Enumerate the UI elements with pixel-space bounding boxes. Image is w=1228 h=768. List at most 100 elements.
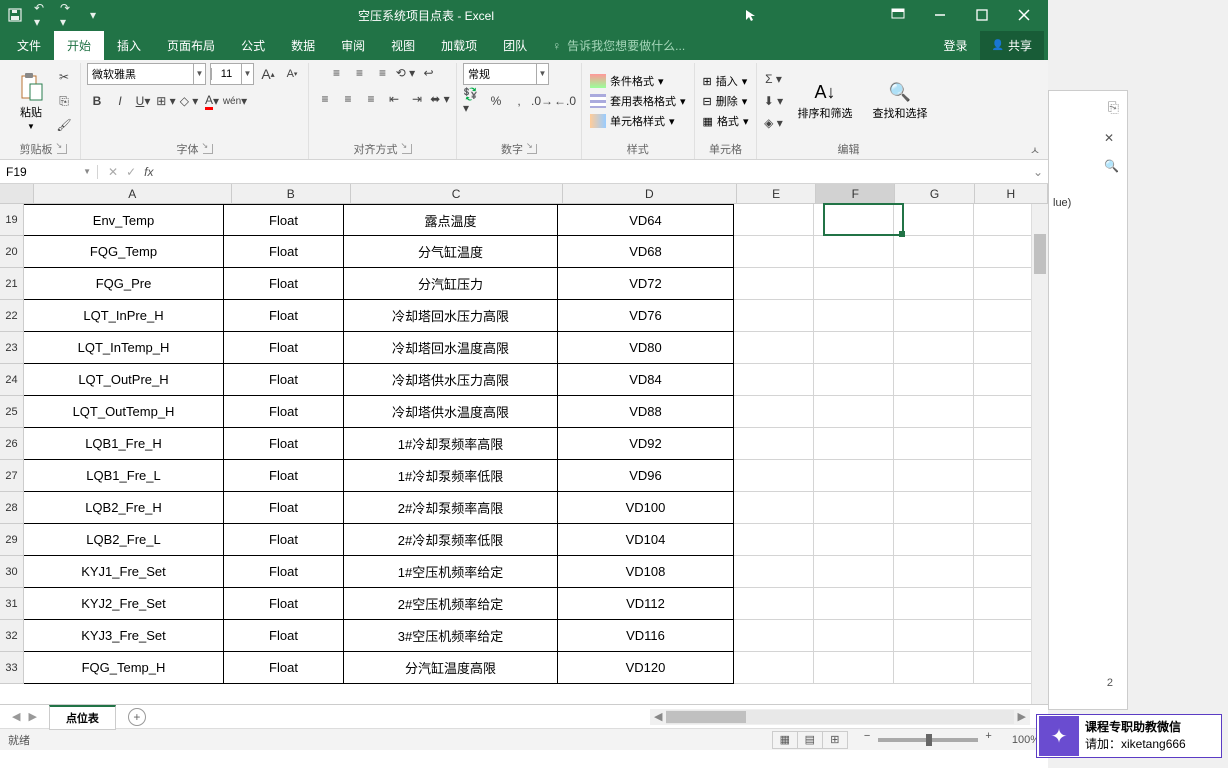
row-header[interactable]: 29: [0, 524, 24, 556]
tab-公式[interactable]: 公式: [228, 31, 278, 60]
cell[interactable]: 1#冷却泵频率低限: [344, 460, 558, 492]
cell[interactable]: [894, 236, 974, 268]
tab-团队[interactable]: 团队: [490, 31, 540, 60]
cell[interactable]: LQB2_Fre_H: [24, 492, 224, 524]
cell[interactable]: Float: [224, 364, 344, 396]
cell[interactable]: [814, 556, 894, 588]
collapse-ribbon-icon[interactable]: ㅅ: [1030, 142, 1040, 158]
sheet-nav-prev-icon[interactable]: ◀: [12, 710, 20, 723]
close-icon[interactable]: [1004, 2, 1044, 28]
cell[interactable]: 1#空压机频率给定: [344, 556, 558, 588]
merge-icon[interactable]: ⬌ ▾: [430, 89, 450, 109]
cell[interactable]: [814, 620, 894, 652]
cell[interactable]: VD68: [558, 236, 734, 268]
sheet-tab-active[interactable]: 点位表: [49, 705, 116, 730]
select-all-corner[interactable]: [0, 184, 34, 203]
row-header[interactable]: 33: [0, 652, 24, 684]
cell[interactable]: [734, 556, 814, 588]
font-size-select[interactable]: 11▼: [210, 63, 254, 85]
cell[interactable]: [814, 236, 894, 268]
cell[interactable]: [814, 460, 894, 492]
save-icon[interactable]: [8, 8, 22, 22]
align-right-icon[interactable]: ≡: [361, 89, 381, 109]
cell[interactable]: 2#冷却泵频率低限: [344, 524, 558, 556]
cell[interactable]: 2#空压机频率给定: [344, 588, 558, 620]
cell[interactable]: [734, 524, 814, 556]
cell[interactable]: [894, 268, 974, 300]
cell[interactable]: Float: [224, 396, 344, 428]
row-header[interactable]: 27: [0, 460, 24, 492]
dec-decimal-icon[interactable]: ←.0: [555, 91, 575, 111]
cell[interactable]: Float: [224, 236, 344, 268]
copy-icon[interactable]: ⎘: [54, 91, 74, 111]
insert-cells-button[interactable]: ⊞插入 ▾: [701, 72, 751, 90]
cell[interactable]: 分气缸温度: [344, 236, 558, 268]
sheet-nav-next-icon[interactable]: ▶: [28, 710, 36, 723]
tab-数据[interactable]: 数据: [278, 31, 328, 60]
cell[interactable]: VD76: [558, 300, 734, 332]
paste-button[interactable]: 粘贴▼: [12, 68, 50, 135]
tell-me-search[interactable]: ♀ 告诉我您想要做什么...: [540, 31, 931, 60]
normal-view-icon[interactable]: ▦: [772, 731, 798, 749]
cell[interactable]: [814, 300, 894, 332]
cell[interactable]: Float: [224, 300, 344, 332]
cancel-formula-icon[interactable]: ✕: [108, 165, 118, 179]
cell[interactable]: [894, 460, 974, 492]
cell[interactable]: [814, 364, 894, 396]
cell[interactable]: [814, 396, 894, 428]
format-cells-button[interactable]: ▦格式 ▾: [701, 112, 751, 130]
cell[interactable]: VD112: [558, 588, 734, 620]
login-button[interactable]: 登录: [932, 31, 980, 60]
cell[interactable]: 分汽缸温度高限: [344, 652, 558, 684]
row-header[interactable]: 25: [0, 396, 24, 428]
delete-cells-button[interactable]: ⊟删除 ▾: [701, 92, 751, 110]
sort-filter-button[interactable]: A↓ 排序和筛选: [791, 78, 858, 125]
cell[interactable]: VD92: [558, 428, 734, 460]
col-header-F[interactable]: F: [816, 184, 895, 203]
comma-icon[interactable]: ,: [509, 91, 529, 111]
col-header-A[interactable]: A: [34, 184, 232, 203]
col-header-D[interactable]: D: [563, 184, 737, 203]
cell[interactable]: [894, 204, 974, 236]
cell[interactable]: [734, 588, 814, 620]
cell[interactable]: [734, 652, 814, 684]
col-header-E[interactable]: E: [737, 184, 816, 203]
cell[interactable]: [734, 300, 814, 332]
cell[interactable]: Float: [224, 620, 344, 652]
cell[interactable]: [894, 620, 974, 652]
cell[interactable]: [734, 460, 814, 492]
cell[interactable]: 冷却塔回水压力高限: [344, 300, 558, 332]
number-format-select[interactable]: 常规▼: [463, 63, 549, 85]
clipboard-launcher[interactable]: [57, 144, 67, 154]
zoom-slider[interactable]: [878, 738, 978, 742]
ribbon-options-icon[interactable]: [878, 2, 918, 28]
cell[interactable]: 2#冷却泵频率高限: [344, 492, 558, 524]
cell[interactable]: [894, 492, 974, 524]
cell[interactable]: [894, 556, 974, 588]
cell[interactable]: VD120: [558, 652, 734, 684]
tab-审阅[interactable]: 审阅: [328, 31, 378, 60]
cell[interactable]: Float: [224, 652, 344, 684]
align-launcher[interactable]: [402, 144, 412, 154]
font-name-select[interactable]: 微软雅黑▼: [87, 63, 206, 85]
bg-window-close-icon[interactable]: ✕🔍: [1104, 131, 1119, 173]
cell[interactable]: LQT_OutPre_H: [24, 364, 224, 396]
autosum-icon[interactable]: Σ ▾: [763, 69, 783, 89]
underline-icon[interactable]: U ▾: [133, 91, 153, 111]
font-color-icon[interactable]: A ▾: [202, 91, 222, 111]
cell[interactable]: Float: [224, 268, 344, 300]
percent-icon[interactable]: %: [486, 91, 506, 111]
cell[interactable]: [894, 396, 974, 428]
cell[interactable]: [814, 492, 894, 524]
cell[interactable]: [734, 364, 814, 396]
maximize-icon[interactable]: [962, 2, 1002, 28]
cut-icon[interactable]: ✂: [54, 67, 74, 87]
cell[interactable]: VD72: [558, 268, 734, 300]
cell[interactable]: FQG_Temp: [24, 236, 224, 268]
cell[interactable]: FQG_Temp_H: [24, 652, 224, 684]
fill-icon[interactable]: ⬇ ▾: [763, 91, 783, 111]
row-header[interactable]: 31: [0, 588, 24, 620]
cell[interactable]: [734, 428, 814, 460]
cell[interactable]: [894, 588, 974, 620]
bold-icon[interactable]: B: [87, 91, 107, 111]
